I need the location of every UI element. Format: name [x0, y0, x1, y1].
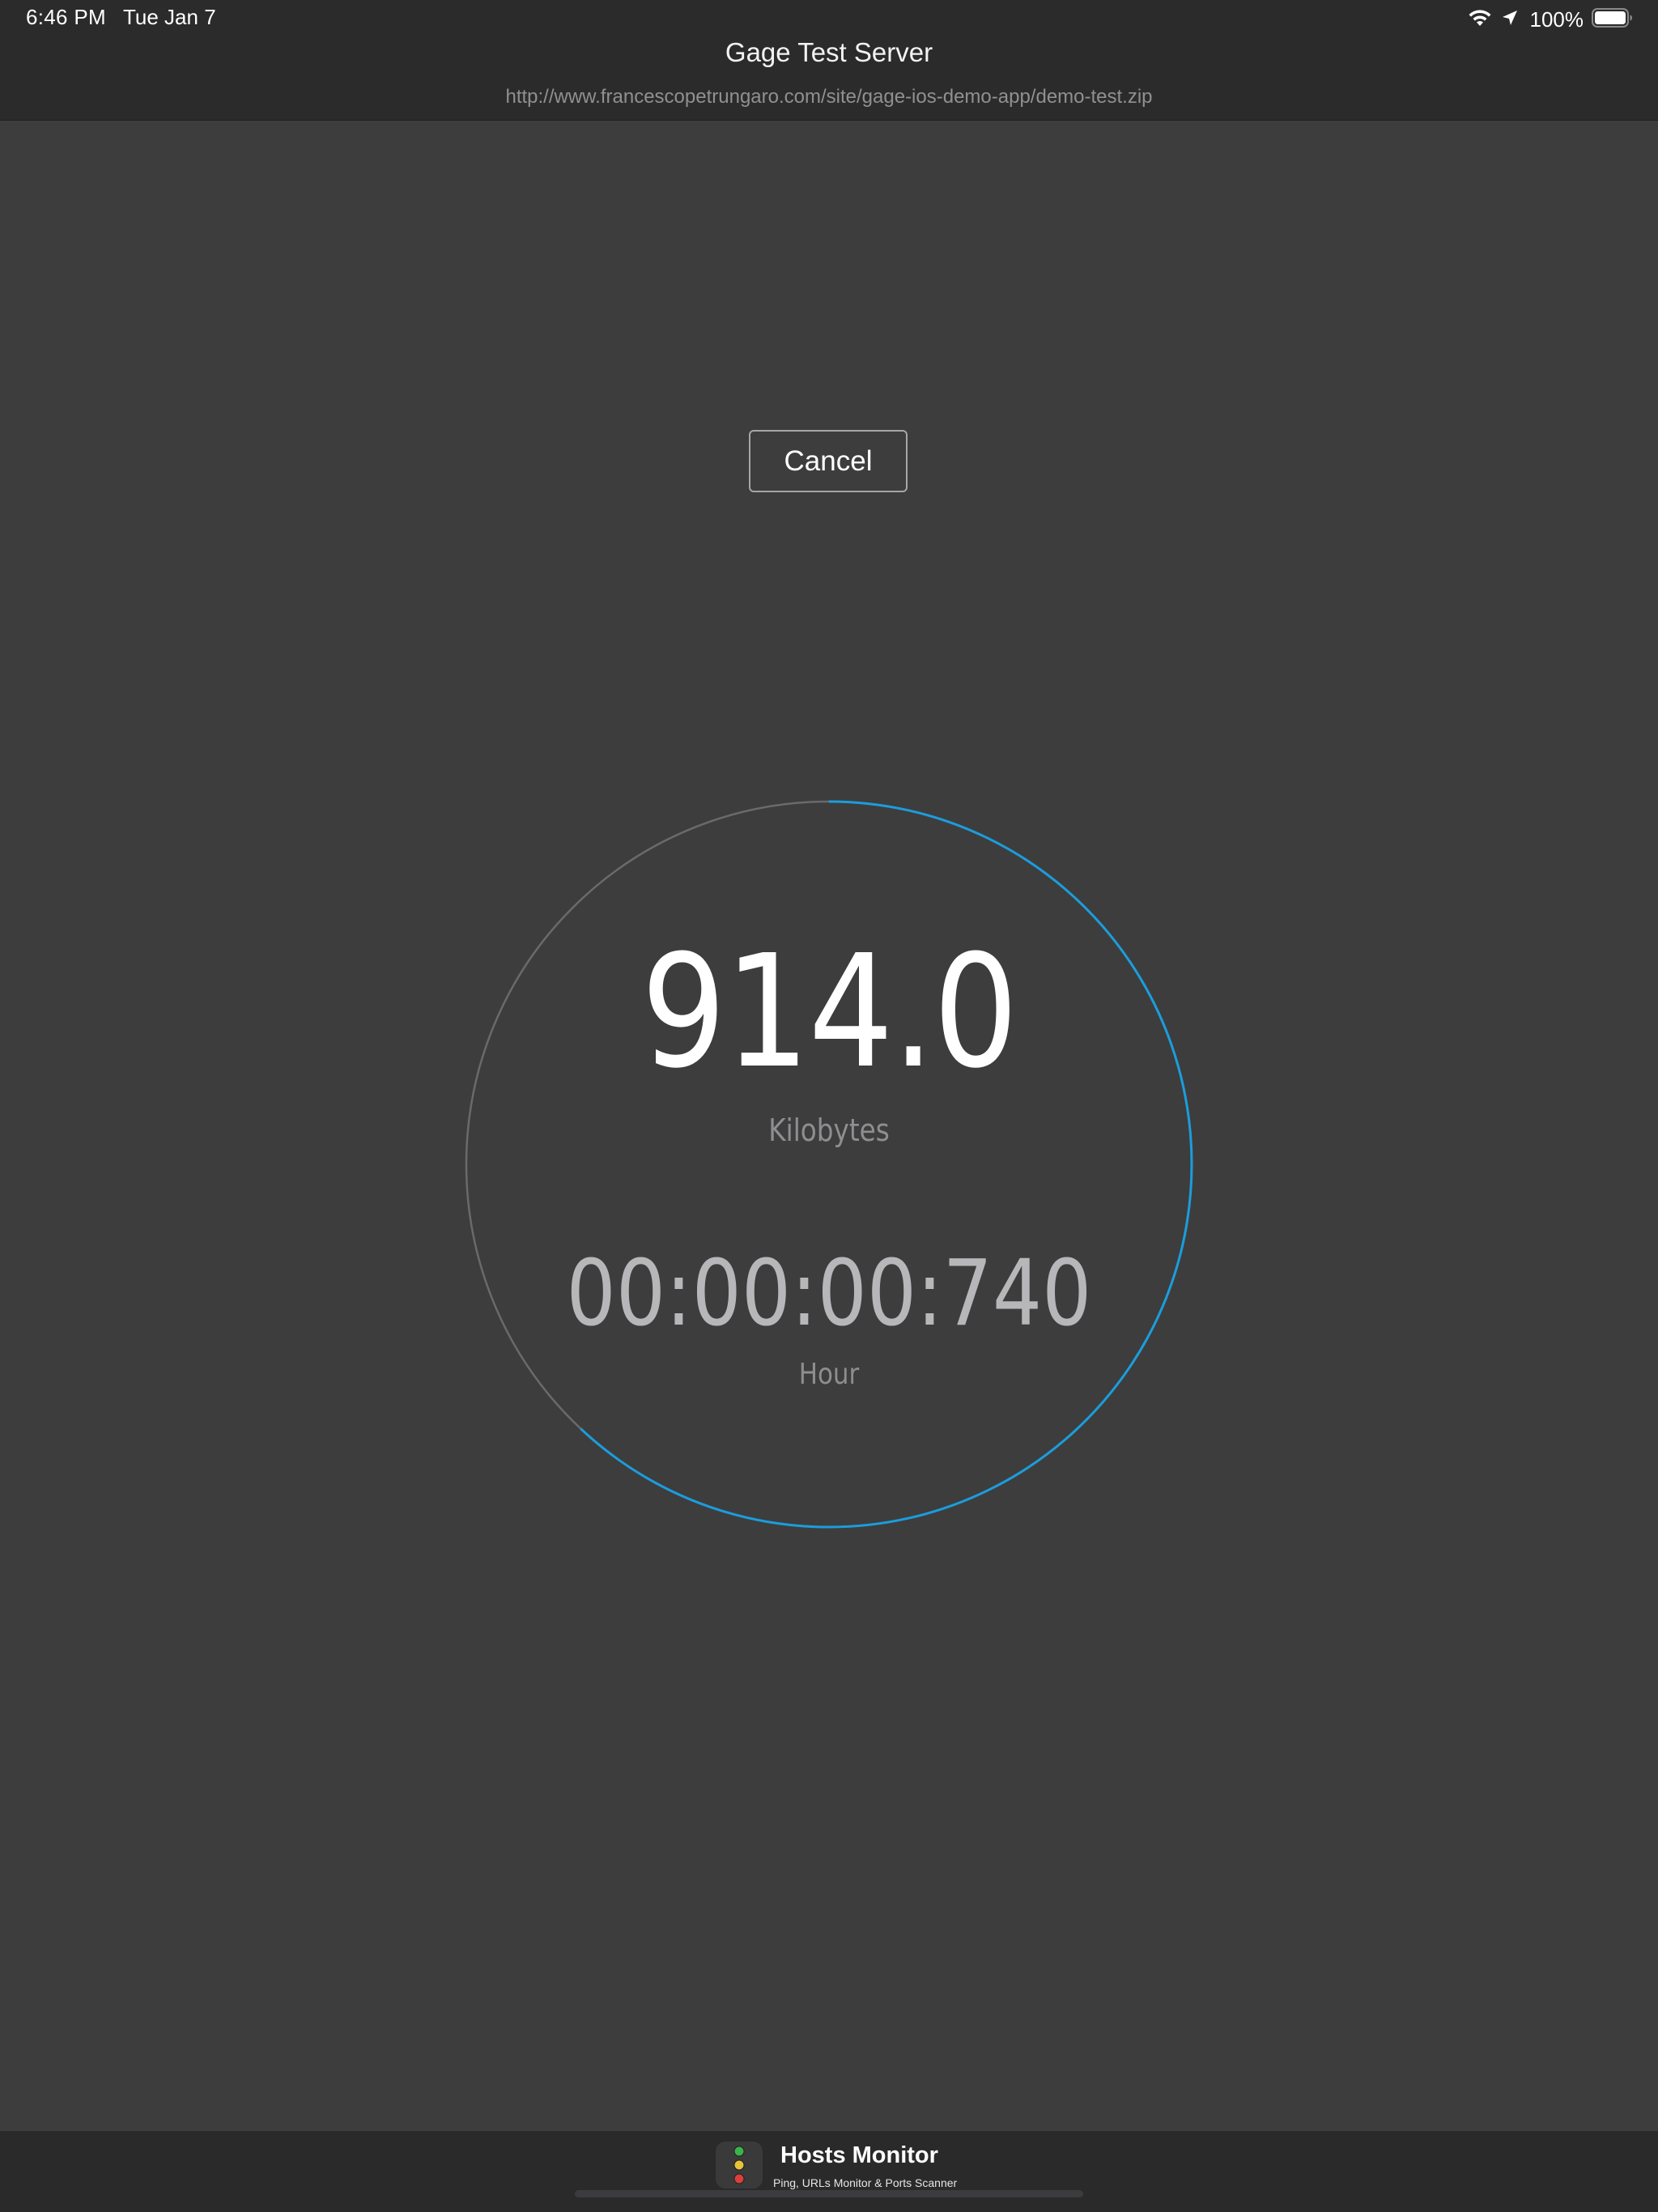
transferred-unit: Kilobytes	[768, 1112, 890, 1148]
header: 6:46 PM Tue Jan 7 100% Gage Test Server …	[0, 0, 1658, 121]
home-indicator[interactable]	[575, 2190, 1083, 2197]
progress-gauge	[465, 800, 1193, 1529]
cancel-button[interactable]: Cancel	[749, 430, 908, 492]
wifi-icon	[1467, 8, 1493, 32]
gauge-track	[465, 800, 1193, 1529]
elapsed-time: 00:00:00:740	[566, 1241, 1092, 1346]
server-url: http://www.francescopetrungaro.com/site/…	[505, 86, 1153, 108]
battery-percentage: 100%	[1529, 6, 1584, 32]
elapsed-time-unit: Hour	[798, 1358, 860, 1391]
ad-banner[interactable]: Hosts Monitor Ping, URLs Monitor & Ports…	[0, 2131, 1658, 2212]
gauge-ring	[465, 800, 1193, 1529]
status-indicators: 100%	[1467, 6, 1635, 33]
app-screen: 6:46 PM Tue Jan 7 100% Gage Test Server …	[0, 0, 1658, 2212]
ad-title[interactable]: Hosts Monitor	[780, 2142, 938, 2169]
status-date: Tue Jan 7	[123, 5, 216, 29]
location-arrow-icon	[1501, 9, 1519, 31]
transferred-value: 914.0	[640, 922, 1018, 1103]
page-title: Gage Test Server	[725, 37, 933, 67]
ad-subtitle: Ping, URLs Monitor & Ports Scanner	[773, 2176, 958, 2189]
traffic-light-icon[interactable]	[716, 2142, 763, 2189]
status-time: 6:46 PM	[26, 5, 106, 29]
battery-icon	[1592, 7, 1634, 32]
gauge-progress-arc	[580, 800, 1193, 1529]
